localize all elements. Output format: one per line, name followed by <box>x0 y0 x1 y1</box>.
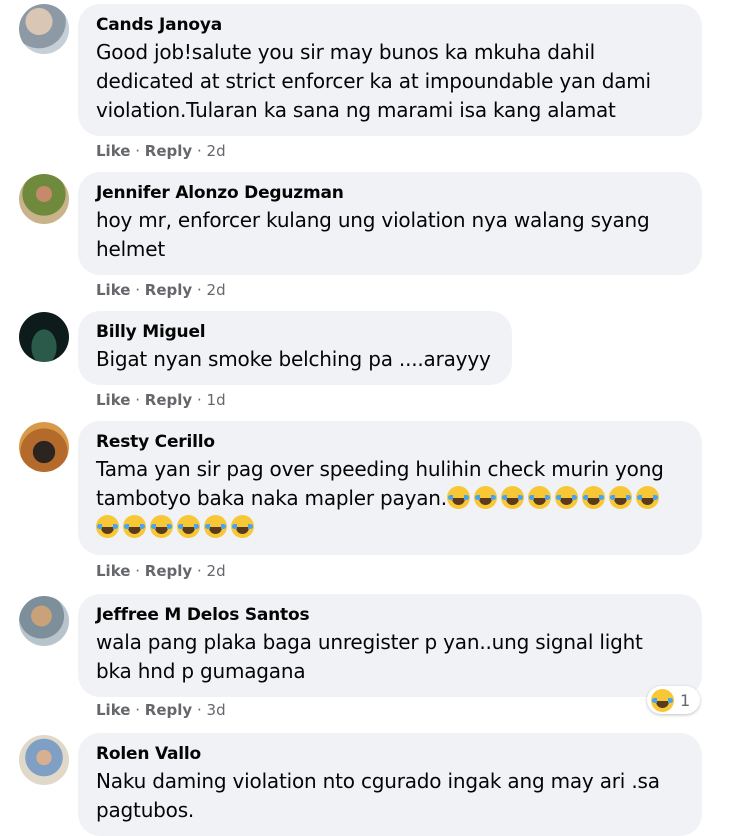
reply-button[interactable]: Reply <box>145 391 192 409</box>
comment-actions: Like · Reply · 1d <box>96 390 226 410</box>
reaction-count: 1 <box>680 690 691 710</box>
like-button[interactable]: Like <box>96 701 130 719</box>
separator: · <box>196 562 202 580</box>
comment-text: Naku daming violation nto cgurado ingak … <box>96 769 660 822</box>
comment-actions: Like · Reply · 3d <box>96 700 226 720</box>
comment-time[interactable]: 3d <box>207 701 226 719</box>
like-button[interactable]: Like <box>96 281 130 299</box>
comment-time[interactable]: 1d <box>207 391 226 409</box>
reply-button[interactable]: Reply <box>145 142 192 160</box>
comment-author[interactable]: Jeffree M Delos Santos <box>96 604 684 626</box>
comment-time[interactable]: 2d <box>207 281 226 299</box>
comment-time[interactable]: 2d <box>207 562 226 580</box>
comment-text: Good job!salute you sir may bunos ka mku… <box>96 40 651 122</box>
avatar[interactable] <box>19 4 69 54</box>
reply-button[interactable]: Reply <box>145 562 192 580</box>
comment-text: Bigat nyan smoke belching pa ....arayyy <box>96 347 491 371</box>
laughing-emoji-icon <box>177 515 200 538</box>
laughing-emoji-icon <box>527 486 551 509</box>
reaction-summary[interactable]: 1 <box>647 686 701 714</box>
comment-author[interactable]: Rolen Vallo <box>96 743 684 765</box>
comment-author[interactable]: Resty Cerillo <box>96 431 684 453</box>
comment-bubble: Jennifer Alonzo Deguzman hoy mr, enforce… <box>78 172 702 275</box>
separator: · <box>196 281 202 299</box>
comment-text: hoy mr, enforcer kulang ung violation ny… <box>96 208 650 261</box>
avatar[interactable] <box>19 735 69 785</box>
comment-author[interactable]: Jennifer Alonzo Deguzman <box>96 182 684 204</box>
comment-bubble: Resty Cerillo Tama yan sir pag over spee… <box>78 421 702 555</box>
comment-bubble: Jeffree M Delos Santos wala pang plaka b… <box>78 594 702 697</box>
avatar[interactable] <box>19 422 69 472</box>
like-button[interactable]: Like <box>96 142 130 160</box>
like-button[interactable]: Like <box>96 391 130 409</box>
reply-button[interactable]: Reply <box>145 281 192 299</box>
laughing-emoji-icon <box>500 486 524 509</box>
comment-author[interactable]: Cands Janoya <box>96 14 684 36</box>
laughing-emoji-icon <box>231 515 254 538</box>
separator: · <box>135 562 141 580</box>
separator: · <box>196 701 202 719</box>
laughing-emoji-icon <box>96 515 119 538</box>
comment-author[interactable]: Billy Miguel <box>96 321 494 343</box>
comment-bubble: Rolen Vallo Naku daming violation nto cg… <box>78 733 702 836</box>
laughing-emoji-icon <box>608 486 632 509</box>
separator: · <box>135 281 141 299</box>
comment-time[interactable]: 2d <box>207 142 226 160</box>
avatar[interactable] <box>19 312 69 362</box>
laughing-emoji-icon <box>123 515 146 538</box>
laughing-emoji-icon <box>446 486 470 509</box>
laughing-emoji-icon <box>150 515 173 538</box>
comment-actions: Like · Reply · 2d <box>96 141 226 161</box>
comment-text: Tama yan sir pag over speeding hulihin c… <box>96 455 684 542</box>
separator: · <box>135 701 141 719</box>
avatar[interactable] <box>19 174 69 224</box>
laughing-emoji-icon <box>581 486 605 509</box>
laughing-emoji-icon <box>204 515 227 538</box>
comment-actions: Like · Reply · 2d <box>96 561 226 581</box>
comment-bubble: Cands Janoya Good job!salute you sir may… <box>78 4 702 136</box>
separator: · <box>135 142 141 160</box>
reply-button[interactable]: Reply <box>145 701 192 719</box>
like-button[interactable]: Like <box>96 562 130 580</box>
separator: · <box>196 391 202 409</box>
laughing-emoji-icon <box>651 688 674 712</box>
laughing-emoji-icon <box>473 486 497 509</box>
comment-bubble: Billy Miguel Bigat nyan smoke belching p… <box>78 311 512 385</box>
comment-text: wala pang plaka baga unregister p yan..u… <box>96 630 643 683</box>
comment-actions: Like · Reply · 2d <box>96 280 226 300</box>
separator: · <box>196 142 202 160</box>
laughing-emoji-icon <box>554 486 578 509</box>
separator: · <box>135 391 141 409</box>
avatar[interactable] <box>19 596 69 646</box>
laughing-emoji-icon <box>635 486 659 509</box>
